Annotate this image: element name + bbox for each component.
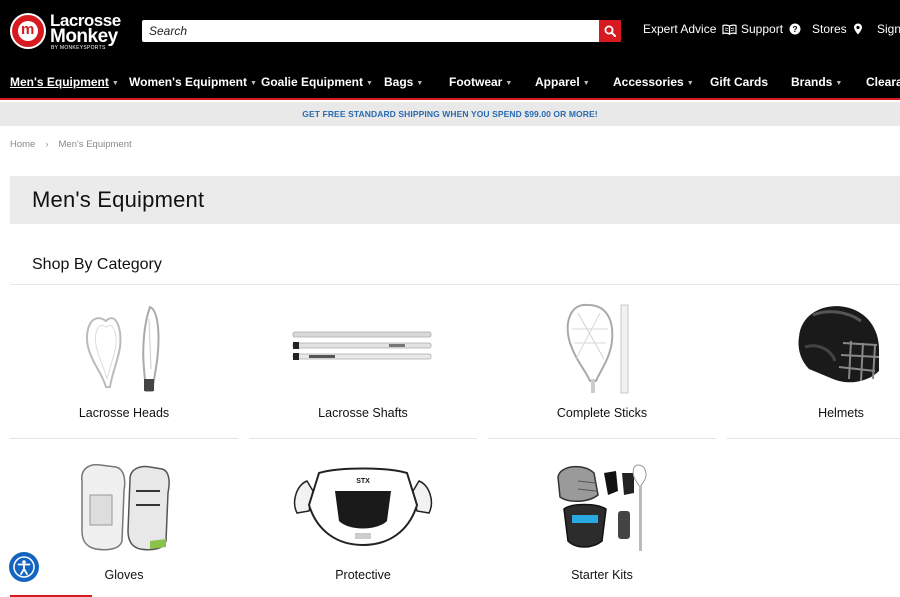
page-title: Men's Equipment (32, 187, 205, 212)
breadcrumb-separator: › (45, 139, 49, 150)
nav-item-clearance[interactable]: Clearan (866, 75, 900, 89)
lacrosse-shaft-icon (292, 331, 432, 360)
section-divider (10, 284, 900, 285)
book-icon (722, 24, 737, 35)
main-navigation: Men's Equipment ▼ Women's Equipment ▼ Goal… (0, 63, 900, 100)
category-label: Helmets (818, 406, 864, 420)
chevron-down-icon: ▼ (416, 80, 424, 87)
category-helmets[interactable]: Helmets (727, 299, 900, 439)
expert-advice-link[interactable]: Expert Advice (643, 22, 737, 36)
complete-stick-icon (566, 303, 629, 394)
svg-text:STX: STX (356, 478, 370, 485)
support-link[interactable]: Support ? (741, 22, 801, 36)
location-pin-icon (853, 23, 862, 35)
category-complete-sticks[interactable]: Complete Sticks (488, 299, 716, 439)
lacrosse-head-icon (86, 305, 160, 392)
chevron-down-icon: ▼ (366, 80, 373, 87)
category-starter-kits[interactable]: Starter Kits (488, 461, 716, 597)
gloves-icon (81, 463, 170, 551)
promo-text: GET FREE STANDARD SHIPPING WHEN YOU SPEN… (302, 109, 598, 119)
nav-item-goalie-equipment[interactable]: Goalie Equipment ▼ (261, 75, 373, 89)
accessibility-button[interactable] (9, 552, 39, 582)
category-lacrosse-shafts[interactable]: Lacrosse Shafts (249, 299, 477, 439)
breadcrumb: Home › Men's Equipment (10, 139, 132, 150)
nav-item-brands[interactable]: Brands ▼ (791, 75, 842, 89)
stores-link[interactable]: Stores (812, 22, 863, 36)
nav-item-footwear[interactable]: Footwear ▼ (449, 75, 512, 89)
free-shipping-banner[interactable]: GET FREE STANDARD SHIPPING WHEN YOU SPEN… (0, 102, 900, 126)
svg-text:?: ? (792, 24, 797, 34)
nav-item-accessories[interactable]: Accessories ▼ (613, 75, 694, 89)
nav-item-mens-equipment[interactable]: Men's Equipment ▼ (10, 75, 119, 89)
search-icon (604, 25, 616, 37)
category-label: Starter Kits (571, 568, 633, 582)
chevron-down-icon: ▼ (249, 80, 257, 87)
page-title-band: Men's Equipment (10, 176, 900, 224)
shoulder-pads-icon: STX (293, 467, 433, 547)
accessibility-icon (13, 556, 35, 578)
sign-in-link[interactable]: Sign (877, 22, 900, 36)
nav-item-apparel[interactable]: Apparel ▼ (535, 75, 590, 89)
chevron-down-icon: ▼ (111, 80, 119, 87)
chevron-down-icon: ▼ (835, 80, 843, 87)
category-label: Gloves (104, 568, 144, 582)
breadcrumb-current: Men's Equipment (58, 139, 132, 150)
nav-item-bags[interactable]: Bags ▼ (384, 75, 423, 89)
category-label: Complete Sticks (556, 406, 648, 420)
category-label: Lacrosse Heads (78, 406, 170, 420)
nav-item-gift-cards[interactable]: Gift Cards (710, 75, 768, 89)
search-bar (142, 20, 621, 42)
search-input[interactable] (142, 20, 599, 42)
chevron-down-icon: ▼ (582, 80, 590, 87)
section-title: Shop By Category (32, 256, 162, 273)
question-icon: ? (789, 23, 801, 35)
breadcrumb-home[interactable]: Home (10, 139, 35, 150)
lacrosse-monkey-logo[interactable]: m Lacrosse Monkey BY MONKEYSPORTS (10, 11, 122, 51)
category-gloves[interactable]: Gloves (10, 461, 238, 597)
search-button[interactable] (599, 20, 621, 42)
starter-kit-icon (557, 464, 647, 551)
category-lacrosse-heads[interactable]: Lacrosse Heads (10, 299, 238, 439)
helmet-icon (798, 306, 880, 383)
logo-text-line3: BY MONKEYSPORTS (51, 45, 106, 51)
category-label: Lacrosse Shafts (318, 406, 408, 420)
chevron-down-icon: ▼ (505, 80, 513, 87)
top-header: m Lacrosse Monkey BY MONKEYSPORTS Expert… (0, 0, 900, 63)
category-label: Protective (335, 568, 391, 582)
category-protective[interactable]: STX Protective (249, 461, 477, 597)
nav-item-womens-equipment[interactable]: Women's Equipment ▼ (129, 75, 257, 89)
chevron-down-icon: ▼ (686, 80, 694, 87)
